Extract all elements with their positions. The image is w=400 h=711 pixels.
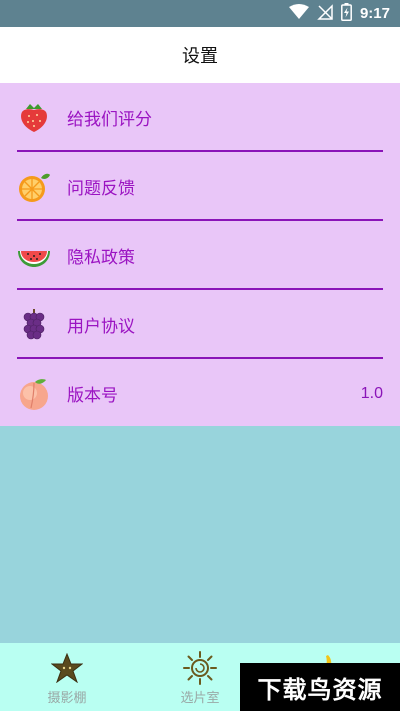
divider — [17, 150, 383, 152]
settings-item-rate-us[interactable]: 给我们评分 — [17, 84, 383, 151]
divider — [17, 219, 383, 221]
settings-item-version[interactable]: 版本号 1.0 — [17, 360, 383, 427]
divider — [17, 357, 383, 359]
settings-item-label: 问题反馈 — [67, 179, 135, 199]
wifi-icon — [288, 3, 309, 24]
no-signal-icon — [317, 3, 333, 24]
settings-item-privacy-policy[interactable]: 隐私政策 — [17, 222, 383, 289]
settings-item-label: 给我们评分 — [67, 110, 152, 130]
battery-icon — [341, 2, 352, 25]
settings-panel: 给我们评分 问题反馈 隐私政策 用户协议 版本号 1.0 — [0, 83, 400, 426]
nav-item-studio[interactable]: 摄影棚 — [22, 651, 112, 707]
sun-icon — [182, 651, 218, 685]
settings-item-label: 隐私政策 — [67, 248, 135, 268]
grapes-icon — [17, 308, 51, 342]
version-value: 1.0 — [360, 384, 383, 402]
watermark: 下载鸟资源 — [240, 663, 400, 711]
status-bar: 9:17 — [0, 0, 400, 27]
strawberry-icon — [17, 101, 51, 135]
nav-label: 选片室 — [180, 691, 220, 706]
header: 设置 — [0, 27, 400, 83]
status-icons: 9:17 — [288, 2, 390, 25]
status-time: 9:17 — [359, 5, 390, 22]
watermelon-icon — [17, 239, 51, 273]
star-icon — [49, 651, 85, 685]
settings-item-label: 版本号 — [67, 386, 118, 406]
settings-item-label: 用户协议 — [67, 317, 135, 337]
nav-label: 摄影棚 — [47, 691, 87, 706]
divider — [17, 288, 383, 290]
settings-item-feedback[interactable]: 问题反馈 — [17, 153, 383, 220]
orange-icon — [17, 170, 51, 204]
peach-icon — [17, 377, 51, 411]
page-title: 设置 — [182, 46, 218, 67]
nav-item-selection-room[interactable]: 选片室 — [155, 651, 245, 707]
settings-item-user-agreement[interactable]: 用户协议 — [17, 291, 383, 358]
